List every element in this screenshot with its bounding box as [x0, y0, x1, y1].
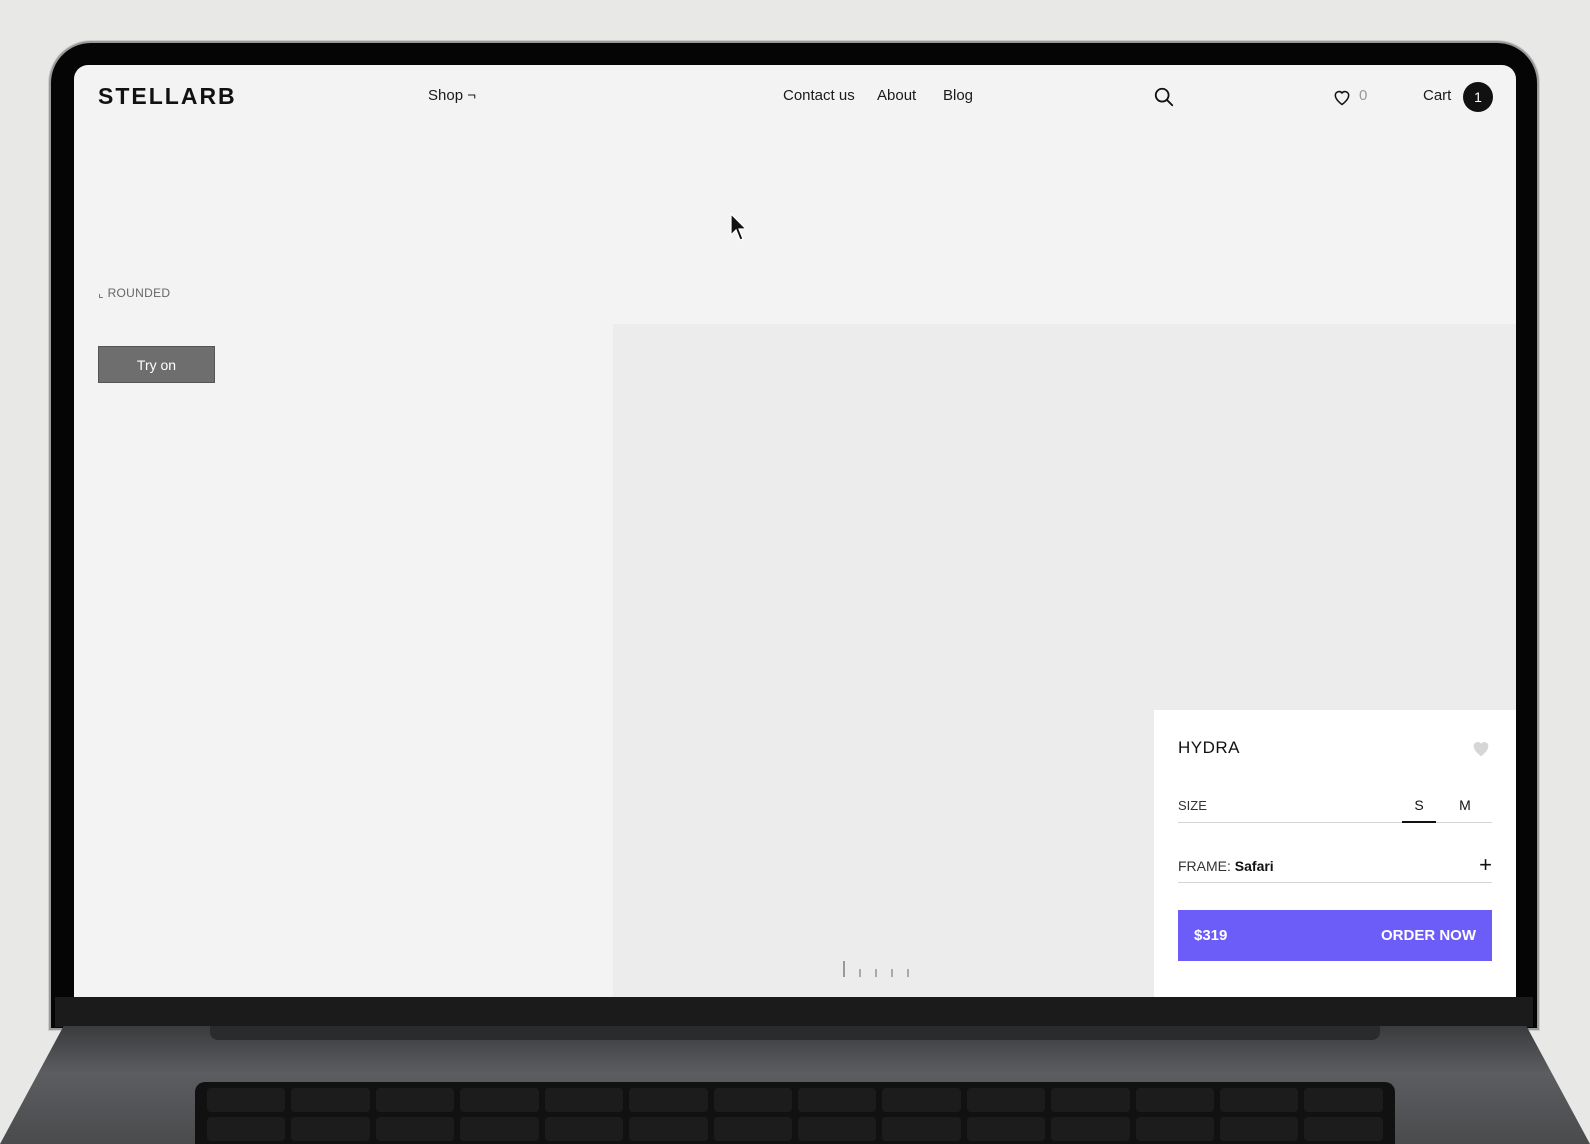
frame-selector[interactable]: FRAME: Safari + — [1178, 848, 1492, 883]
laptop-hinge — [210, 1026, 1380, 1040]
mouse-cursor-icon — [730, 213, 748, 241]
cart-link[interactable]: Cart — [1423, 87, 1451, 104]
key — [966, 1117, 1046, 1141]
site-header: STELLARB Shop ¬ Contact us About Blog 0 … — [74, 65, 1516, 129]
key — [966, 1088, 1046, 1112]
screen: STELLARB Shop ¬ Contact us About Blog 0 … — [74, 65, 1516, 997]
frame-label-text: FRAME: — [1178, 858, 1231, 874]
key — [544, 1088, 624, 1112]
key — [1051, 1088, 1130, 1112]
nav-contact[interactable]: Contact us — [783, 87, 855, 104]
keyboard — [195, 1082, 1395, 1144]
favorite-heart-icon[interactable] — [1470, 737, 1492, 759]
key — [713, 1088, 792, 1112]
gallery-pagination — [843, 961, 909, 977]
key — [1304, 1088, 1383, 1112]
size-selector: SIZE S M — [1178, 788, 1492, 823]
nav-about[interactable]: About — [877, 87, 916, 104]
key — [882, 1117, 961, 1141]
gallery-dot[interactable] — [859, 969, 861, 977]
order-now-button[interactable]: $319 ORDER NOW — [1178, 910, 1492, 961]
search-icon[interactable] — [1153, 86, 1175, 108]
product-name: HYDRA — [1178, 738, 1241, 757]
keyboard-function-row — [207, 1088, 1383, 1112]
gallery-dot[interactable] — [891, 969, 893, 977]
nav-shop[interactable]: Shop ¬ — [428, 87, 476, 104]
cart-count-badge[interactable]: 1 — [1463, 82, 1493, 112]
key — [713, 1117, 792, 1141]
key — [375, 1088, 455, 1112]
gallery-dot[interactable] — [843, 961, 845, 977]
nav-blog[interactable]: Blog — [943, 87, 973, 104]
key — [1135, 1117, 1215, 1141]
key — [207, 1088, 286, 1112]
keyboard-number-row — [207, 1117, 1383, 1141]
size-option-s[interactable]: S — [1402, 797, 1436, 823]
order-now-label: ORDER NOW — [1381, 927, 1476, 944]
key — [460, 1117, 539, 1141]
key — [1304, 1117, 1383, 1141]
key — [797, 1088, 877, 1112]
gallery-dot[interactable] — [907, 969, 909, 977]
plus-icon[interactable]: + — [1479, 852, 1492, 878]
key — [460, 1088, 539, 1112]
size-option-m[interactable]: M — [1448, 797, 1482, 813]
key — [544, 1117, 624, 1141]
key — [1135, 1088, 1215, 1112]
key — [629, 1088, 708, 1112]
brand-logo[interactable]: STELLARB — [98, 83, 237, 110]
price: $319 — [1194, 927, 1228, 944]
product-tag: ⌞ ROUNDED — [98, 286, 170, 300]
key — [207, 1117, 286, 1141]
frame-value: Safari — [1234, 858, 1274, 874]
heart-icon[interactable] — [1332, 87, 1352, 107]
laptop-bezel-bottom — [55, 997, 1533, 1027]
key — [375, 1117, 455, 1141]
try-on-button[interactable]: Try on — [98, 346, 215, 383]
wishlist-count: 0 — [1359, 87, 1368, 104]
key — [882, 1088, 961, 1112]
gallery-dot[interactable] — [875, 969, 877, 977]
product-tag-label: ROUNDED — [107, 286, 171, 300]
key — [291, 1088, 370, 1112]
product-card: HYDRA SIZE S M FRAME: Safari + $319 ORDE… — [1154, 710, 1516, 997]
key — [629, 1117, 708, 1141]
key — [1220, 1088, 1299, 1112]
key — [291, 1117, 370, 1141]
key — [1220, 1117, 1299, 1141]
frame-label: FRAME: Safari — [1178, 858, 1274, 874]
tag-corner-icon: ⌞ — [98, 286, 104, 300]
key — [1051, 1117, 1130, 1141]
key — [797, 1117, 877, 1141]
size-label: SIZE — [1178, 798, 1207, 813]
